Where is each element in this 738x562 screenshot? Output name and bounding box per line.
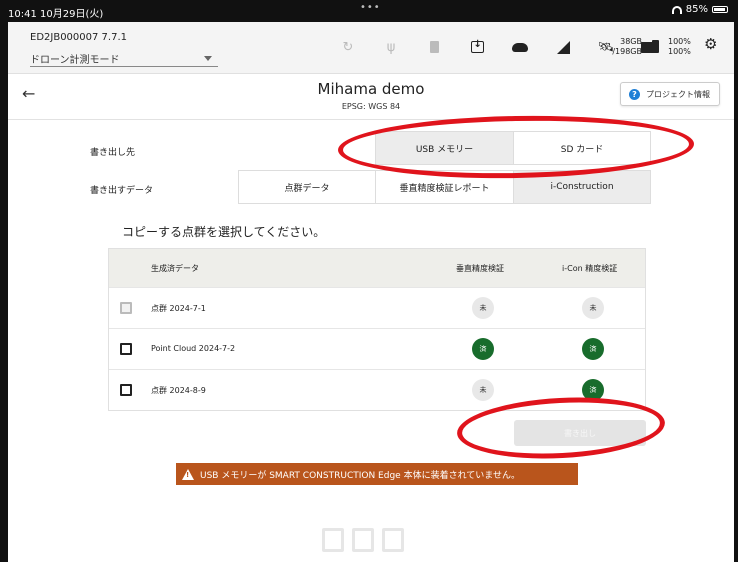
tab-point-cloud-label: 点群データ xyxy=(284,183,330,194)
bezel-right xyxy=(734,0,738,562)
vertical-status-badge: 済 xyxy=(472,338,494,360)
row-checkbox[interactable] xyxy=(120,302,132,314)
status-bar: 10:41 10月29日(火) ••• 85% xyxy=(0,0,738,22)
device-id: ED2JB000007 7.7.1 xyxy=(30,32,127,43)
status-battery-percent: 85% xyxy=(685,4,708,15)
bezel-left xyxy=(0,0,8,562)
logo-block xyxy=(382,528,404,552)
vertical-status-badge: 未 xyxy=(472,379,494,401)
wifi-icon xyxy=(671,5,682,14)
mode-select[interactable]: ドローン計測モード xyxy=(30,49,218,67)
instruction-text: コピーする点群を選択してください。 xyxy=(122,225,326,239)
icon-status-badge: 済 xyxy=(582,338,604,360)
signal-icon[interactable] xyxy=(553,37,573,57)
chevron-down-icon xyxy=(204,56,212,61)
table-row[interactable]: 点群 2024-7-1 未 未 xyxy=(109,287,645,328)
row-name: 点群 2024-8-9 xyxy=(151,386,206,395)
sync-icon[interactable]: ↻ xyxy=(338,37,358,57)
sd-card-icon[interactable] xyxy=(424,37,444,57)
storage-used: 38GB xyxy=(620,37,642,46)
header-generated-data: 生成済データ xyxy=(151,264,199,273)
usb-icon[interactable]: ψ xyxy=(381,37,401,57)
project-header: ← Mihama demo EPSG: WGS 84 ? プロジェクト情報 xyxy=(8,74,734,120)
status-right: 85% xyxy=(671,4,728,15)
header-vertical-check: 垂直精度検証 xyxy=(456,264,504,273)
icon-status-badge: 未 xyxy=(582,297,604,319)
warning-icon xyxy=(182,468,194,480)
storage-readout: 38GB /198GB xyxy=(608,37,642,57)
export-destination-label: 書き出し先 xyxy=(90,148,136,158)
vertical-status-badge: 未 xyxy=(472,297,494,319)
mode-select-value: ドローン計測モード xyxy=(30,55,120,66)
project-info-label: プロジェクト情報 xyxy=(646,89,710,99)
storage-total: /198GB xyxy=(612,47,642,56)
app-header: ED2JB000007 7.7.1 ドローン計測モード ↻ ψ 🛰 38GB /… xyxy=(8,22,734,74)
cloud-icon[interactable] xyxy=(510,37,530,57)
warning-banner: USB メモリーが SMART CONSTRUCTION Edge 本体に装着さ… xyxy=(176,463,578,485)
export-data-label: 書き出すデータ xyxy=(90,186,154,196)
row-name: Point Cloud 2024-7-2 xyxy=(151,344,236,353)
logo-block xyxy=(352,528,374,552)
tab-point-cloud[interactable]: 点群データ xyxy=(238,170,376,204)
point-cloud-table: 生成済データ 垂直精度検証 i-Con 精度検証 点群 2024-7-1 未 未… xyxy=(108,248,646,411)
battery-second: 100% xyxy=(668,47,691,56)
warning-text: USB メモリーが SMART CONSTRUCTION Edge 本体に装着さ… xyxy=(200,470,521,481)
battery-icon xyxy=(652,40,659,53)
app-logo xyxy=(322,528,404,552)
gear-icon[interactable]: ⚙ xyxy=(704,35,717,53)
table-row[interactable]: Point Cloud 2024-7-2 済 済 xyxy=(109,328,645,369)
status-time: 10:41 10月29日(火) xyxy=(8,9,104,20)
battery-percents: 100% 100% xyxy=(668,37,691,57)
project-info-button[interactable]: ? プロジェクト情報 xyxy=(620,82,720,106)
battery-first: 100% xyxy=(668,37,691,46)
download-icon[interactable] xyxy=(467,37,487,57)
row-checkbox[interactable] xyxy=(120,384,132,396)
tab-i-construction-label: i-Construction xyxy=(550,182,614,192)
multitask-dots[interactable]: ••• xyxy=(360,2,381,13)
row-checkbox[interactable] xyxy=(120,343,132,355)
row-name: 点群 2024-7-1 xyxy=(151,304,206,313)
question-icon: ? xyxy=(629,88,640,100)
header-icon-check: i-Con 精度検証 xyxy=(562,264,618,273)
table-header: 生成済データ 垂直精度検証 i-Con 精度検証 xyxy=(109,249,645,287)
tab-vertical-report-label: 垂直精度検証レポート xyxy=(399,183,490,194)
battery-icon xyxy=(712,6,728,13)
logo-block xyxy=(322,528,344,552)
